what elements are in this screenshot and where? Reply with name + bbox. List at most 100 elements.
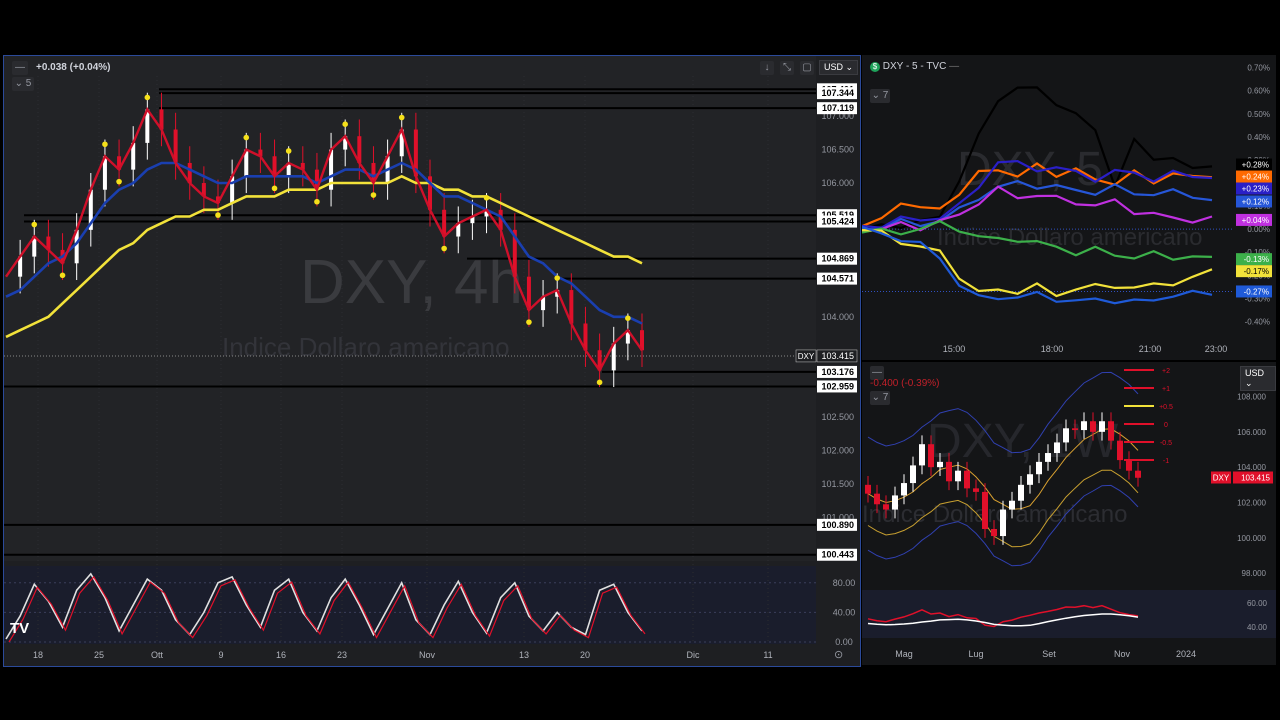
y-tick-label: 108.000: [1237, 393, 1266, 402]
y-tick-label: 98.000: [1242, 569, 1267, 578]
level-tag: 102.959: [821, 381, 854, 391]
x-tick-label: 13: [519, 650, 529, 660]
y-tick-label: 104.000: [821, 312, 854, 322]
y-tick-label: 0.00%: [1247, 225, 1270, 234]
indicator-count-button[interactable]: ⌄ 5: [12, 77, 34, 91]
last-value-tag: -0.27%: [1244, 287, 1269, 296]
y-tick-label: 0.50%: [1247, 110, 1270, 119]
level-tag: 104.869: [821, 254, 854, 264]
pivot-dot: [285, 148, 292, 154]
candle-body: [1135, 470, 1141, 478]
symbol-tag: DXY: [1213, 474, 1230, 483]
indicator-count: 7: [882, 90, 889, 101]
y-tick-label: 102.000: [821, 446, 854, 456]
collapse-button[interactable]: —: [12, 61, 28, 75]
x-tick-label: 20: [580, 650, 590, 660]
y-tick-label: 106.500: [821, 145, 854, 155]
pivot-dot: [271, 185, 278, 192]
indicator-count: 5: [25, 78, 32, 89]
pivot-dot: [102, 141, 108, 148]
weekly-change-text: -0.400 (-0.39%): [870, 378, 940, 389]
level-tag: 100.443: [821, 550, 854, 560]
comparison-chart-svg[interactable]: DXY, 5Indice Dollaro americano0.70%0.60%…: [862, 55, 1276, 360]
pivot-dot: [314, 198, 320, 205]
candle-body: [910, 465, 916, 484]
candle-body: [919, 444, 925, 466]
x-tick-label: Ott: [151, 650, 164, 660]
watermark-subtitle: Indice Dollaro americano: [937, 224, 1202, 251]
maximize-icon[interactable]: ▢: [800, 61, 814, 75]
pivot-dot: [342, 121, 349, 128]
level-tag: 107.344: [821, 88, 854, 98]
gear-icon[interactable]: ⊙: [834, 648, 843, 661]
collapse-icon[interactable]: —: [949, 61, 959, 72]
x-tick-label: 18:00: [1041, 344, 1064, 354]
last-value-tag: +0.12%: [1242, 197, 1269, 206]
comparison-symbol: DXY - 5 - TVC: [882, 61, 947, 72]
weekly-chart-pane[interactable]: DXY, 1W Indice Dollaro americano 108.000 10…: [862, 362, 1276, 665]
pivot-dot: [215, 212, 221, 218]
candle-body: [1090, 421, 1096, 432]
candle-body: [901, 483, 907, 496]
change-text: +0.038 (+0.04%): [36, 62, 111, 73]
arrow-down-icon[interactable]: ↓: [760, 61, 774, 75]
dollar-icon: $: [870, 62, 880, 72]
candle-body: [1063, 428, 1069, 443]
last-value-tag: -0.17%: [1244, 267, 1269, 276]
currency-select[interactable]: USD ⌄: [1240, 366, 1276, 391]
candle-body: [1081, 421, 1087, 431]
candle-body: [1000, 509, 1006, 537]
level-tag: 100.890: [821, 520, 854, 530]
x-tick-label: Nov: [1114, 649, 1131, 659]
osc-tick-label: 40.00: [1247, 623, 1268, 632]
candle-body: [1117, 440, 1123, 461]
last-value-tag: +0.04%: [1242, 216, 1269, 225]
comparison-title: $ DXY - 5 - TVC —: [870, 61, 959, 72]
candle-body: [1009, 500, 1015, 510]
level-tag: 104.571: [821, 274, 854, 284]
osc-tick-label: 40.00: [833, 607, 856, 617]
candle-body: [1108, 421, 1114, 441]
comparison-chart-pane[interactable]: DXY, 5 Indice Dollaro americano 0.70% 0.60%…: [862, 55, 1276, 360]
oscillator-area-bg: [862, 590, 1276, 638]
pivot-dot: [441, 245, 447, 252]
pivot-dot: [59, 272, 66, 279]
x-tick-label: 18: [33, 650, 43, 660]
main-chart-svg[interactable]: DXY, 4hIndice Dollaro americano18 25 Ott 9 1…: [4, 56, 860, 666]
y-tick-label: 0.40%: [1247, 133, 1270, 142]
x-tick-label: Mag: [895, 649, 913, 659]
chevron-down-icon: ⌄: [14, 78, 24, 89]
candle-body: [1036, 461, 1042, 475]
last-value-tag: +0.23%: [1242, 185, 1269, 194]
candle-body: [955, 470, 961, 482]
indicator-count-button[interactable]: ⌄ 7: [870, 391, 890, 405]
last-price-tag: 103.415: [821, 351, 854, 361]
x-tick-label: Nov: [419, 650, 436, 660]
level-tag: 105.424: [821, 217, 854, 227]
symbol-tag: DXY: [798, 352, 815, 361]
level-marker-label: +1: [1162, 386, 1170, 393]
last-value-tag: +0.28%: [1242, 161, 1269, 170]
chevron-down-icon: ⌄: [845, 62, 854, 72]
y-tick-label: -0.40%: [1245, 317, 1270, 326]
candle-body: [991, 529, 997, 537]
x-tick-label: Set: [1042, 649, 1056, 659]
last-price-tag: 103.415: [1241, 474, 1270, 483]
main-chart-pane[interactable]: DXY, 4h Indice Dollaro americano 18 25 Ott 9 1…: [3, 55, 861, 667]
currency-select[interactable]: USD ⌄: [819, 60, 859, 75]
y-tick-label: 102.000: [1237, 499, 1266, 508]
indicator-count-button[interactable]: ⌄ 7: [870, 89, 890, 103]
candle-body: [865, 484, 871, 494]
chevron-down-icon: ⌄: [1245, 378, 1253, 388]
weekly-chart-svg[interactable]: DXY, 1WIndice Dollaro americano108.00010…: [862, 362, 1276, 665]
candle-body: [1072, 428, 1078, 431]
candle-body: [946, 461, 952, 482]
pivot-dot: [31, 221, 38, 228]
x-tick-label: 21:00: [1139, 344, 1162, 354]
level-marker-label: -0.5: [1160, 440, 1172, 447]
x-tick-label: 2024: [1176, 649, 1196, 659]
level-tag: 107.119: [822, 103, 854, 113]
expand-icon[interactable]: ⤡: [780, 61, 794, 75]
candle-body: [883, 504, 889, 510]
candle-body: [964, 470, 970, 489]
